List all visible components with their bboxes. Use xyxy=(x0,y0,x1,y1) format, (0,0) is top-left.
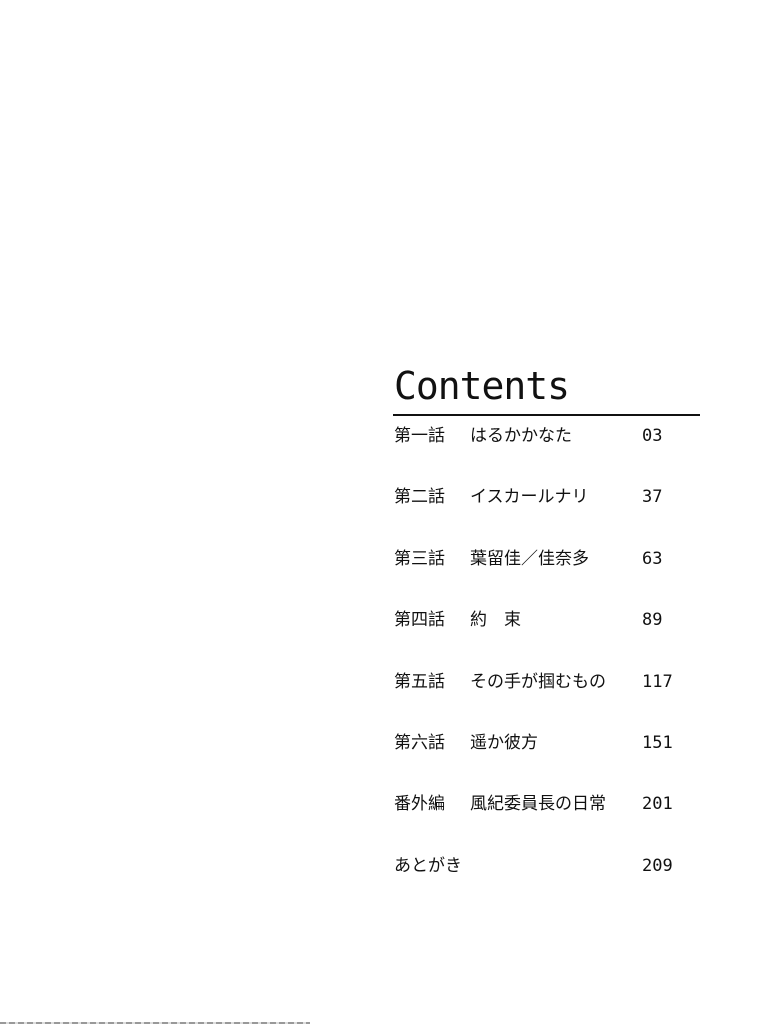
chapter-title: 遥か彼方 xyxy=(470,732,538,753)
toc-entry[interactable]: あとがき 209 xyxy=(393,856,700,917)
chapter-number: 番外編 xyxy=(394,794,445,815)
page-number: 209 xyxy=(642,855,673,876)
toc-entry[interactable]: 第一話 はるかかなた 03 xyxy=(393,426,700,487)
toc-entry[interactable]: 番外編 風紀委員長の日常 201 xyxy=(393,794,700,855)
chapter-title: イスカールナリ xyxy=(470,487,589,508)
page-number: 03 xyxy=(642,426,663,446)
toc-entry[interactable]: 第二話 イスカールナリ 37 xyxy=(393,487,700,548)
chapter-number: 第一話 xyxy=(394,426,445,446)
chapter-number: 第三話 xyxy=(394,548,445,569)
toc-title: Contents xyxy=(394,364,570,408)
chapter-title: その手が掴むもの xyxy=(470,671,606,692)
page-number: 37 xyxy=(642,487,663,508)
chapter-title: はるかかなた xyxy=(470,426,572,446)
page-number: 117 xyxy=(642,671,673,692)
chapter-number: 第五話 xyxy=(394,671,445,692)
chapter-title: 約 束 xyxy=(470,610,521,631)
toc-list: 第一話 はるかかなた 03 第二話 イスカールナリ 37 第三話 葉留佳／佳奈多… xyxy=(393,426,700,917)
chapter-title: 葉留佳／佳奈多 xyxy=(470,548,589,569)
page-number: 63 xyxy=(642,548,663,569)
page-number: 89 xyxy=(642,610,663,631)
toc-entry[interactable]: 第六話 遥か彼方 151 xyxy=(393,733,700,794)
chapter-title: 風紀委員長の日常 xyxy=(470,794,606,815)
toc-entry[interactable]: 第三話 葉留佳／佳奈多 63 xyxy=(393,549,700,610)
chapter-number: 第二話 xyxy=(394,487,445,508)
table-of-contents: Contents 第一話 はるかかなた 03 第二話 イスカールナリ 37 第三… xyxy=(393,364,700,917)
chapter-number: 第六話 xyxy=(394,732,445,753)
title-underline xyxy=(393,414,700,416)
chapter-number: あとがき xyxy=(394,855,462,876)
toc-entry[interactable]: 第四話 約 束 89 xyxy=(393,610,700,671)
page-number: 151 xyxy=(642,732,673,753)
page-number: 201 xyxy=(642,794,673,815)
chapter-number: 第四話 xyxy=(394,610,445,631)
toc-entry[interactable]: 第五話 その手が掴むもの 117 xyxy=(393,672,700,733)
